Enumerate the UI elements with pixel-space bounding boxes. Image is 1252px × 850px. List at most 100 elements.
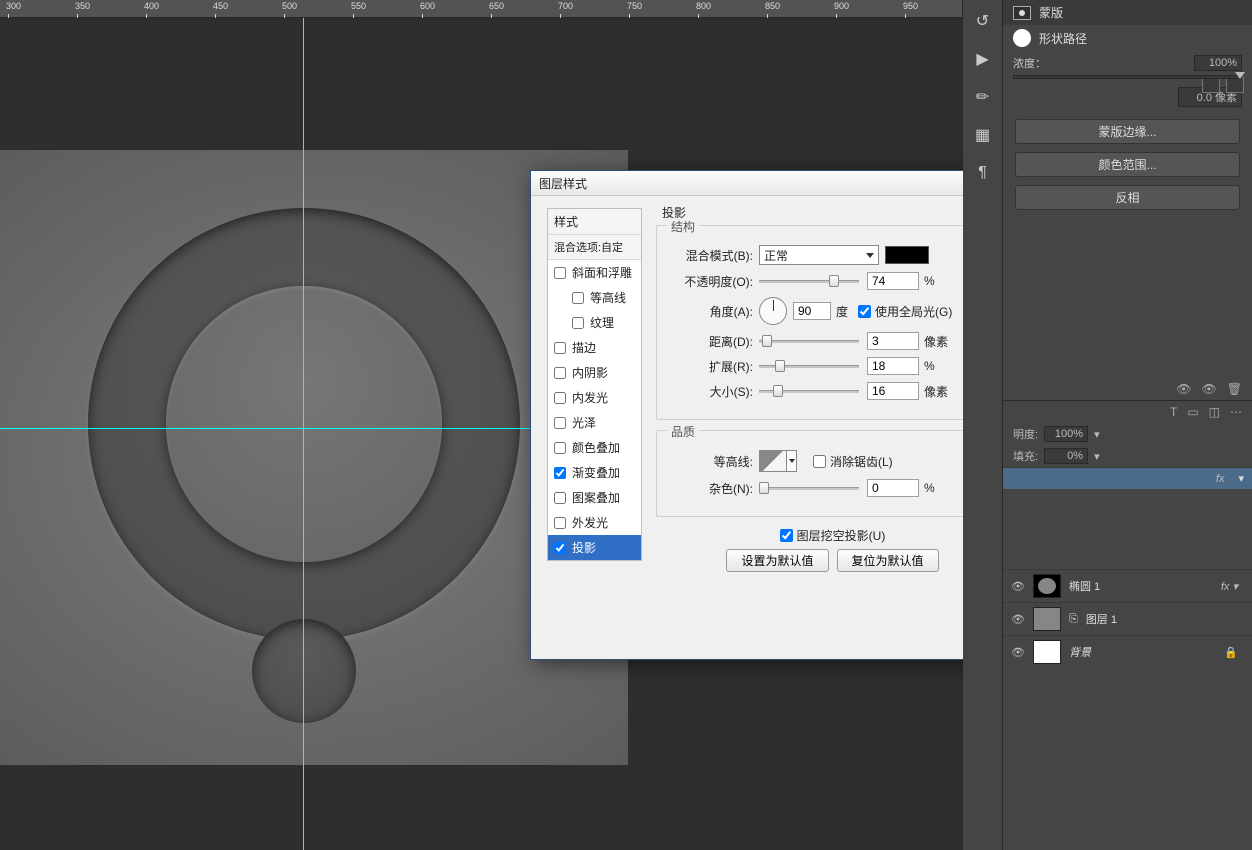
- style-item[interactable]: 颜色叠加: [548, 435, 641, 460]
- invert-button[interactable]: 反相: [1015, 185, 1239, 210]
- style-item-checkbox[interactable]: [554, 342, 566, 354]
- style-item[interactable]: 投影: [548, 535, 641, 560]
- paragraph-icon[interactable]: ¶: [972, 162, 994, 184]
- layer-thumbnail[interactable]: [1033, 574, 1061, 598]
- noise-input[interactable]: [867, 479, 919, 497]
- play-icon[interactable]: ▶: [972, 48, 994, 70]
- styles-header[interactable]: 样式: [548, 209, 641, 235]
- chevron-down-icon[interactable]: ▾: [1094, 428, 1100, 441]
- layer-fill-value[interactable]: 0%: [1044, 448, 1088, 464]
- eye-icon[interactable]: 👁: [1176, 382, 1191, 396]
- blend-options[interactable]: 混合选项:自定: [548, 235, 641, 260]
- style-item[interactable]: 渐变叠加: [548, 460, 641, 485]
- fx-badge[interactable]: fx ▾: [1221, 580, 1244, 593]
- style-item-checkbox[interactable]: [554, 267, 566, 279]
- layer-row[interactable]: 👁⎘图层 1: [1003, 602, 1252, 635]
- link-icon[interactable]: ⎘: [1069, 613, 1078, 626]
- style-item[interactable]: 内阴影: [548, 360, 641, 385]
- style-item-checkbox[interactable]: [572, 292, 584, 304]
- opacity-slider[interactable]: [759, 274, 859, 288]
- distance-input[interactable]: [867, 332, 919, 350]
- trash-icon[interactable]: 🗑: [1227, 382, 1242, 396]
- style-item[interactable]: 斜面和浮雕: [548, 260, 641, 285]
- ruler-mark: 850: [765, 1, 780, 11]
- chevron-down-icon[interactable]: ▾: [1094, 450, 1100, 463]
- layer-fill-label: 填充:: [1013, 448, 1038, 464]
- knockout-checkbox[interactable]: 图层挖空投影(U): [780, 527, 886, 544]
- contour-dropdown[interactable]: [787, 450, 797, 472]
- size-slider[interactable]: [759, 384, 859, 398]
- style-item[interactable]: 图案叠加: [548, 485, 641, 510]
- layer-opacity-value[interactable]: 100%: [1044, 426, 1088, 442]
- guide-vertical[interactable]: [303, 18, 304, 850]
- style-item-checkbox[interactable]: [554, 367, 566, 379]
- density-value[interactable]: 100%: [1194, 55, 1242, 71]
- ruler-mark: 350: [75, 1, 90, 11]
- eye-icon[interactable]: 👁: [1202, 382, 1217, 396]
- noise-slider[interactable]: [759, 481, 859, 495]
- style-item-checkbox[interactable]: [554, 417, 566, 429]
- fx-badge[interactable]: fx: [1216, 473, 1231, 485]
- layer-thumbnail[interactable]: [1033, 640, 1061, 664]
- style-item[interactable]: 描边: [548, 335, 641, 360]
- style-item-checkbox[interactable]: [554, 492, 566, 504]
- layer-row[interactable]: 👁背景🔒: [1003, 635, 1252, 668]
- global-light-checkbox[interactable]: 使用全局光(G): [858, 303, 952, 320]
- group-structure-legend: 结构: [667, 218, 699, 235]
- visibility-eye-icon[interactable]: 👁: [1011, 613, 1025, 626]
- style-item[interactable]: 光泽: [548, 410, 641, 435]
- chevron-down-icon[interactable]: ▾: [1238, 472, 1244, 485]
- color-range-button[interactable]: 颜色范围...: [1015, 152, 1239, 177]
- style-item-label: 外发光: [572, 514, 608, 531]
- visibility-eye-icon[interactable]: 👁: [1011, 580, 1025, 593]
- size-input[interactable]: [867, 382, 919, 400]
- blend-mode-select[interactable]: 正常: [759, 245, 879, 265]
- angle-dial[interactable]: [759, 297, 787, 325]
- spread-input[interactable]: [867, 357, 919, 375]
- style-item-checkbox[interactable]: [554, 442, 566, 454]
- ruler-mark: 500: [282, 1, 297, 11]
- style-item-checkbox[interactable]: [554, 467, 566, 479]
- brush-icon[interactable]: ✏: [972, 86, 994, 108]
- layer-row-selected-strip[interactable]: fx ▾: [1003, 467, 1252, 489]
- distance-slider[interactable]: [759, 334, 859, 348]
- style-item[interactable]: 等高线: [548, 285, 641, 310]
- group-quality-legend: 品质: [667, 423, 699, 440]
- style-item[interactable]: 纹理: [548, 310, 641, 335]
- style-item-checkbox[interactable]: [572, 317, 584, 329]
- spread-label: 扩展(R):: [665, 358, 753, 375]
- size-unit: 像素: [924, 383, 948, 400]
- layer-thumbnail[interactable]: [1033, 607, 1061, 631]
- shape-path-row[interactable]: 形状路径: [1003, 25, 1252, 51]
- style-item[interactable]: 外发光: [548, 510, 641, 535]
- visibility-eye-icon[interactable]: 👁: [1011, 646, 1025, 659]
- antialias-checkbox[interactable]: 消除锯齿(L): [813, 453, 893, 470]
- density-label: 浓度：: [1013, 55, 1046, 71]
- mask-mode-icons[interactable]: [1202, 77, 1244, 93]
- style-item[interactable]: 内发光: [548, 385, 641, 410]
- shadow-color[interactable]: [885, 246, 929, 264]
- mask-edge-button[interactable]: 蒙版边缘...: [1015, 119, 1239, 144]
- spread-slider[interactable]: [759, 359, 859, 373]
- mask-panel-header[interactable]: 蒙版: [1003, 0, 1252, 25]
- type-icon[interactable]: T: [1170, 405, 1177, 419]
- opacity-input[interactable]: [867, 272, 919, 290]
- style-item-checkbox[interactable]: [554, 392, 566, 404]
- style-item-label: 颜色叠加: [572, 439, 620, 456]
- more-icon[interactable]: ⋯: [1230, 405, 1242, 419]
- style-item-checkbox[interactable]: [554, 542, 566, 554]
- set-default-button[interactable]: 设置为默认值: [726, 549, 828, 572]
- ruler-mark: 700: [558, 1, 573, 11]
- swatches-icon[interactable]: ▦: [972, 124, 994, 146]
- style-item-checkbox[interactable]: [554, 517, 566, 529]
- rect-icon[interactable]: ▭: [1187, 405, 1198, 419]
- ruler-mark: 900: [834, 1, 849, 11]
- reset-default-button[interactable]: 复位为默认值: [837, 549, 939, 572]
- history-icon[interactable]: ↺: [972, 10, 994, 32]
- contour-picker[interactable]: [759, 450, 787, 472]
- section-title: 投影: [662, 204, 1009, 221]
- style-item-label: 斜面和浮雕: [572, 264, 632, 281]
- angle-input[interactable]: [793, 302, 831, 320]
- path-icon[interactable]: ◫: [1209, 405, 1220, 419]
- layer-row[interactable]: 👁椭圆 1fx ▾: [1003, 569, 1252, 602]
